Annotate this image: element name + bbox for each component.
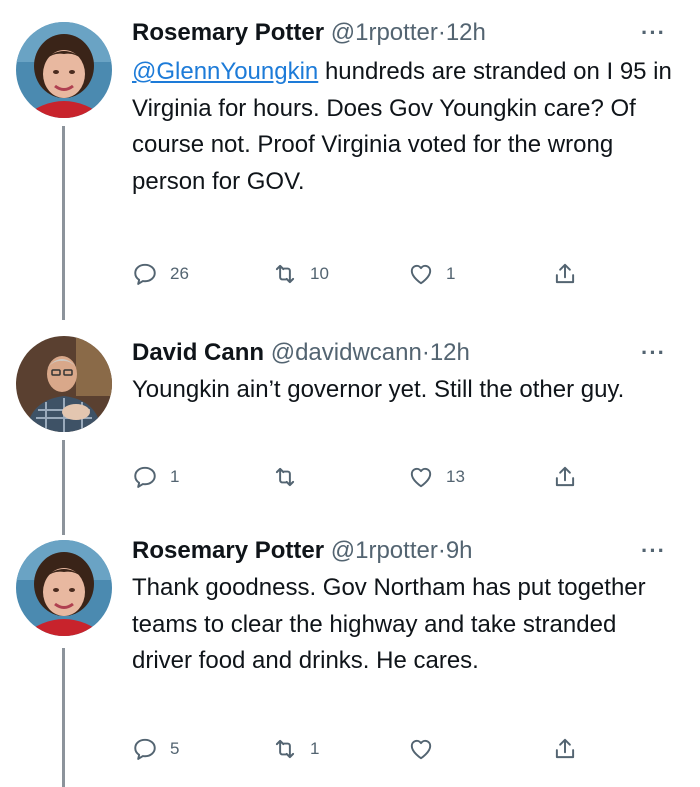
retweet-icon <box>275 264 295 284</box>
heart-icon <box>410 467 432 488</box>
separator-dot: · <box>437 19 446 46</box>
reply-button[interactable]: 5 <box>132 732 179 766</box>
author-handle[interactable]: @1rpotter <box>331 19 438 46</box>
reply-icon <box>134 263 156 285</box>
retweet-button[interactable]: 10 <box>272 257 329 291</box>
tweet-time[interactable]: 9h <box>446 537 473 564</box>
more-icon[interactable]: ··· <box>641 20 666 46</box>
separator-dot: · <box>437 537 446 564</box>
author-name[interactable]: Rosemary Potter <box>132 537 324 564</box>
retweet-button[interactable]: 1 <box>272 732 319 766</box>
mention-link[interactable]: @GlennYoungkin <box>132 58 318 85</box>
tweet-text: Youngkin ain’t governor yet. Still the o… <box>132 376 625 403</box>
like-button[interactable]: 1 <box>408 257 455 291</box>
reply-count: 5 <box>170 739 180 758</box>
share-icon <box>555 263 575 284</box>
tweet-header: Rosemary Potter @1rpotter·12h <box>132 16 680 50</box>
reply-button[interactable]: 26 <box>132 257 189 291</box>
conversation-thread: Rosemary Potter @1rpotter·12h ··· @Glenn… <box>0 0 700 787</box>
avatar[interactable] <box>16 540 112 636</box>
heart-icon <box>410 739 432 760</box>
reply-count: 1 <box>170 467 180 486</box>
author-name[interactable]: Rosemary Potter <box>132 19 324 46</box>
like-button[interactable] <box>408 732 446 766</box>
like-count: 13 <box>446 467 465 486</box>
tweet-actions: 5 1 <box>132 732 602 766</box>
more-icon[interactable]: ··· <box>641 538 666 564</box>
heart-icon <box>410 264 432 285</box>
tweet-actions: 26 10 1 <box>132 257 602 291</box>
retweet-button[interactable] <box>272 460 310 494</box>
tweet-header: Rosemary Potter @1rpotter·9h <box>132 534 680 568</box>
reply-icon <box>134 466 156 488</box>
share-button[interactable] <box>552 460 578 494</box>
share-icon <box>555 738 575 759</box>
retweet-count: 1 <box>310 739 320 758</box>
author-name[interactable]: David Cann <box>132 339 264 366</box>
like-count: 1 <box>446 264 456 283</box>
tweet[interactable]: Rosemary Potter @1rpotter·9h ··· Thank g… <box>0 530 700 787</box>
more-icon[interactable]: ··· <box>641 340 666 366</box>
tweet-time[interactable]: 12h <box>430 339 470 366</box>
retweet-icon <box>275 739 295 759</box>
share-icon <box>555 466 575 487</box>
tweet[interactable]: Rosemary Potter @1rpotter·12h ··· @Glenn… <box>0 0 700 320</box>
tweet-actions: 1 13 <box>132 460 602 494</box>
reply-icon <box>134 738 156 760</box>
retweet-count: 10 <box>310 264 329 283</box>
tweet-header: David Cann @davidwcann·12h <box>132 336 680 370</box>
retweet-icon <box>275 467 295 487</box>
author-handle[interactable]: @davidwcann <box>271 339 422 366</box>
avatar[interactable] <box>16 336 112 432</box>
tweet-time[interactable]: 12h <box>446 19 486 46</box>
separator-dot: · <box>421 339 430 366</box>
author-handle[interactable]: @1rpotter <box>331 537 438 564</box>
tweet-text: @GlennYoungkin hundreds are stranded on … <box>132 54 672 200</box>
reply-button[interactable]: 1 <box>132 460 179 494</box>
reply-count: 26 <box>170 264 189 283</box>
tweet-text: Thank goodness. Gov Northam has put toge… <box>132 574 646 674</box>
like-button[interactable]: 13 <box>408 460 465 494</box>
tweet[interactable]: David Cann @davidwcann·12h ··· Youngkin … <box>0 320 700 530</box>
avatar[interactable] <box>16 22 112 118</box>
share-button[interactable] <box>552 257 578 291</box>
share-button[interactable] <box>552 732 578 766</box>
